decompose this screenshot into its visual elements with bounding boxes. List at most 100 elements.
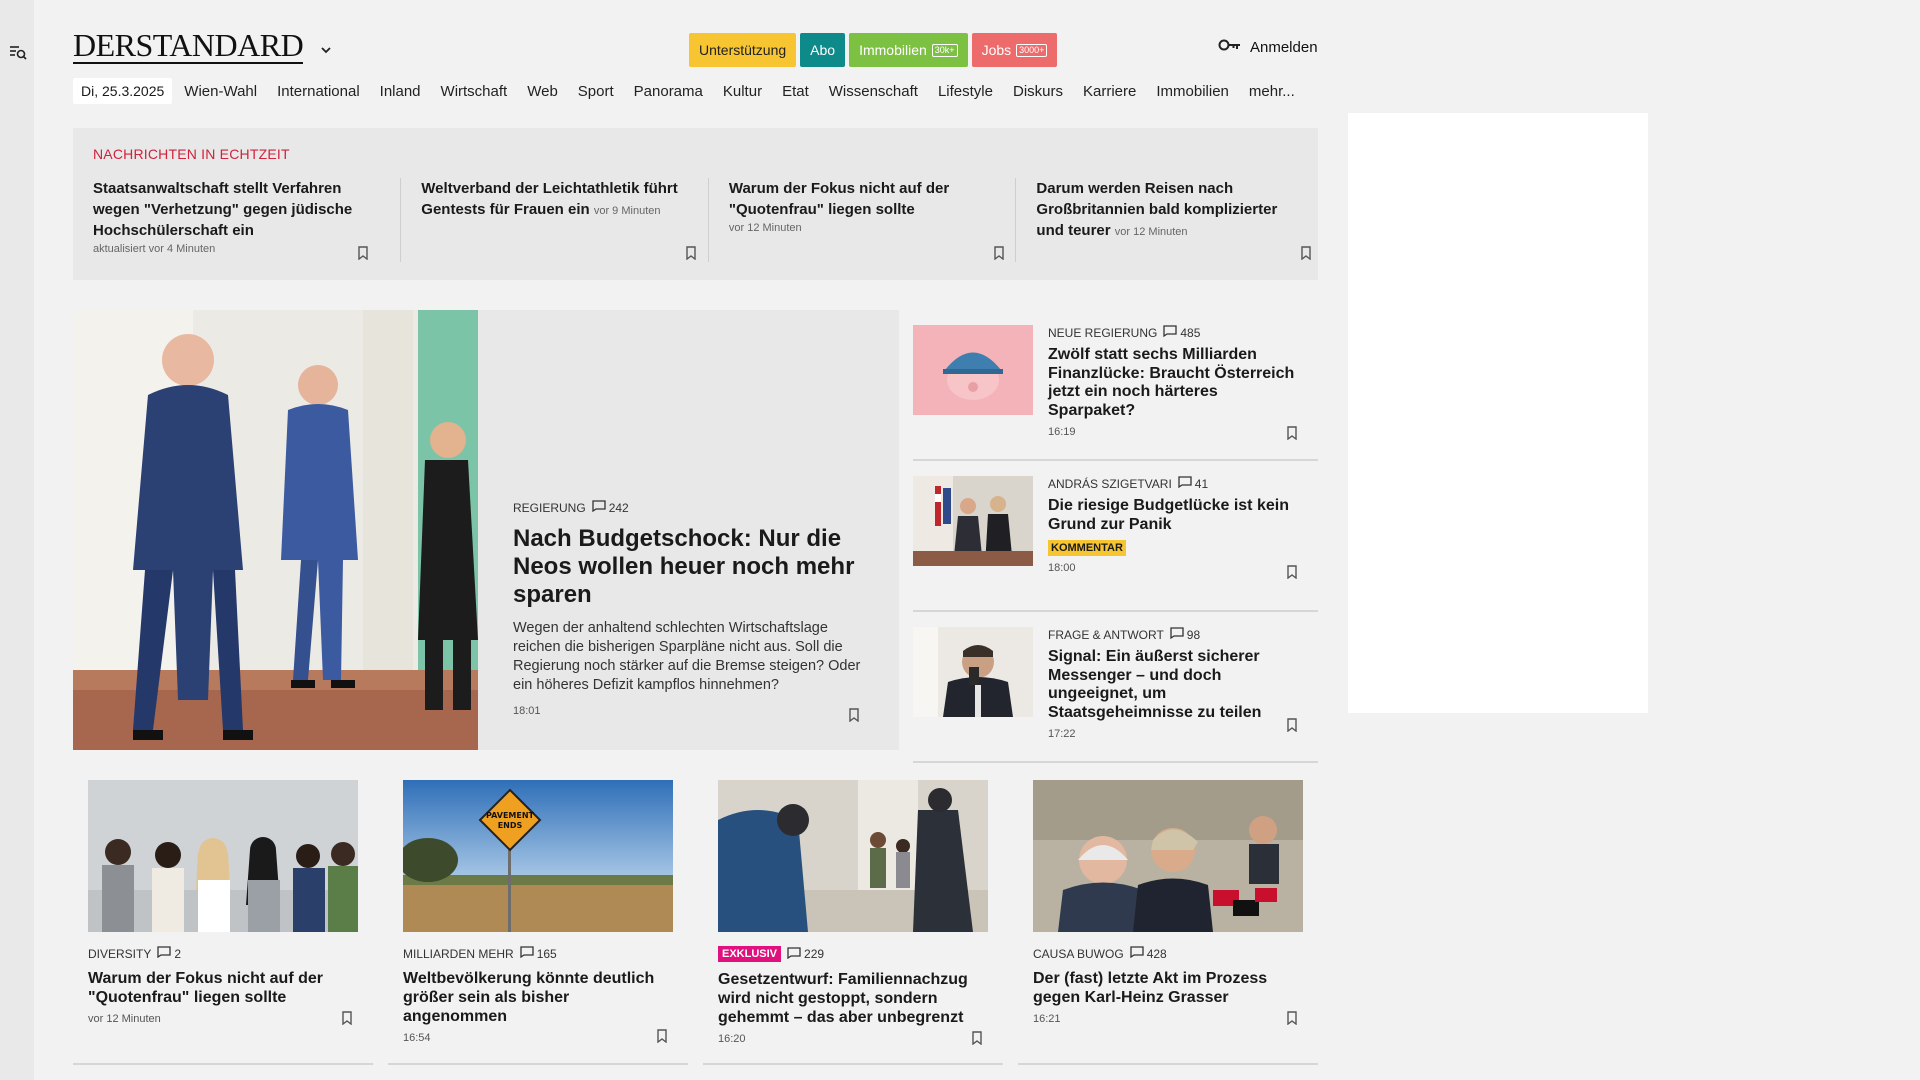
- road-sign-line1: PAVEMENT: [486, 811, 535, 820]
- comment-count[interactable]: 428: [1130, 946, 1167, 961]
- nav-item-mehr[interactable]: mehr...: [1249, 83, 1295, 100]
- bookmark-icon[interactable]: [1286, 718, 1298, 733]
- hero-article[interactable]: REGIERUNG 242 Nach Budgetschock: Nur die…: [73, 310, 899, 750]
- comment-count[interactable]: 41: [1178, 476, 1208, 491]
- hero-kicker-label: REGIERUNG: [513, 500, 586, 515]
- abo-button[interactable]: Abo: [800, 33, 846, 67]
- article-card-title[interactable]: Weltbevölkerung könnte deutlich größer s…: [403, 969, 673, 1026]
- article-card-time: vor 12 Minuten: [88, 1013, 161, 1025]
- side-article-title[interactable]: Die riesige Budgetlücke ist kein Grund z…: [1048, 497, 1303, 534]
- bookmark-icon[interactable]: [656, 1029, 668, 1044]
- comment-count[interactable]: 229: [787, 946, 824, 962]
- nav-item-inland[interactable]: Inland: [380, 83, 421, 100]
- chevron-down-icon[interactable]: [318, 42, 334, 58]
- article-card-image[interactable]: [1033, 780, 1303, 932]
- bookmark-icon[interactable]: [1286, 426, 1298, 441]
- side-article-image[interactable]: [913, 476, 1033, 566]
- nav-item-diskurs[interactable]: Diskurs: [1013, 83, 1063, 100]
- login-button[interactable]: Anmelden: [1218, 38, 1318, 56]
- article-card-image[interactable]: PAVEMENT ENDS: [403, 780, 673, 932]
- live-news-item[interactable]: Warum der Fokus nicht auf der "Quotenfra…: [707, 178, 1016, 262]
- side-article[interactable]: FRAGE & ANTWORT 98 Signal: Ein äußerst s…: [913, 612, 1318, 763]
- hero-image[interactable]: [73, 310, 478, 750]
- support-button[interactable]: Unterstützung: [689, 33, 797, 67]
- hero-title[interactable]: Nach Budgetschock: Nur die Neos wollen h…: [513, 525, 873, 609]
- nav-item-karriere[interactable]: Karriere: [1083, 83, 1136, 100]
- road-sign-line2: ENDS: [498, 821, 523, 830]
- live-news-item[interactable]: Staatsanwaltschaft stellt Verfahren wege…: [93, 178, 400, 262]
- nav-item-kultur[interactable]: Kultur: [723, 83, 762, 100]
- nav-item-wirtschaft[interactable]: Wirtschaft: [441, 83, 508, 100]
- comment-icon: [1130, 946, 1144, 961]
- live-news-item[interactable]: Darum werden Reisen nach Großbritannien …: [1015, 178, 1323, 262]
- comment-count[interactable]: 98: [1170, 627, 1200, 642]
- comment-count-value: 98: [1186, 627, 1201, 642]
- nav-item-wien-wahl[interactable]: Wien-Wahl: [184, 83, 257, 100]
- live-news-heading: NACHRICHTEN IN ECHTZEIT: [93, 146, 290, 162]
- live-news-title[interactable]: Warum der Fokus nicht auf der "Quotenfra…: [729, 178, 996, 220]
- nav-item-wissenschaft[interactable]: Wissenschaft: [829, 83, 918, 100]
- comment-count[interactable]: 485: [1163, 325, 1200, 340]
- side-article-list: NEUE REGIERUNG 485 Zwölf statt sechs Mil…: [913, 310, 1318, 763]
- nav-item-sport[interactable]: Sport: [578, 83, 614, 100]
- bookmark-icon[interactable]: [685, 246, 697, 261]
- article-card-image[interactable]: [718, 780, 988, 932]
- exklusiv-badge: EXKLUSIV: [718, 946, 782, 962]
- live-news-title-with-meta[interactable]: Weltverband der Leichtathletik führt Gen…: [421, 178, 688, 222]
- article-grid: DIVERSITY 2 Warum der Fokus nicht auf de…: [73, 765, 1318, 1065]
- article-card[interactable]: PAVEMENT ENDS MILLIARDEN MEHR 165 Weltbev…: [388, 765, 688, 1065]
- menu-search-icon[interactable]: [8, 42, 28, 62]
- side-article-time: 18:00: [1048, 562, 1076, 574]
- comment-count-value: 485: [1180, 325, 1201, 340]
- comment-icon: [520, 946, 534, 961]
- live-news-title[interactable]: Staatsanwaltschaft stellt Verfahren wege…: [93, 178, 380, 241]
- comment-icon: [1170, 627, 1184, 642]
- current-date: Di, 25.3.2025: [73, 78, 173, 104]
- article-card-title[interactable]: Gesetzentwurf: Familiennachzug wird nich…: [718, 970, 988, 1027]
- side-article-image[interactable]: [913, 627, 1033, 717]
- nav-item-panorama[interactable]: Panorama: [634, 83, 703, 100]
- bookmark-icon[interactable]: [1286, 565, 1298, 580]
- side-article[interactable]: ANDRÁS SZIGETVARI 41 Die riesige Budgetl…: [913, 461, 1318, 612]
- jobs-badge: 3000+: [1016, 43, 1048, 57]
- nav-item-immobilien[interactable]: Immobilien: [1156, 83, 1229, 100]
- nav-item-lifestyle[interactable]: Lifestyle: [938, 83, 993, 100]
- article-card-kicker-label: CAUSA BUWOG: [1033, 946, 1124, 961]
- side-article-kicker-label: ANDRÁS SZIGETVARI: [1048, 476, 1172, 491]
- ad-slot: [1348, 113, 1648, 713]
- article-card[interactable]: EXKLUSIV 229 Gesetzentwurf: Familiennach…: [703, 765, 1003, 1065]
- comment-count-value: 428: [1146, 946, 1167, 961]
- bookmark-icon[interactable]: [1286, 1011, 1298, 1026]
- hero-kicker: REGIERUNG 242: [513, 500, 873, 515]
- side-article-title[interactable]: Signal: Ein äußerst sicherer Messenger –…: [1048, 648, 1303, 722]
- side-article-title[interactable]: Zwölf statt sechs Milliarden Finanzlücke…: [1048, 346, 1303, 420]
- site-logo[interactable]: DERSTANDARD: [73, 28, 304, 64]
- nav-item-etat[interactable]: Etat: [782, 83, 809, 100]
- article-card-title[interactable]: Warum der Fokus nicht auf der "Quotenfra…: [88, 969, 358, 1007]
- comment-count[interactable]: 242: [592, 500, 629, 515]
- side-article-image[interactable]: [913, 325, 1033, 415]
- comment-count[interactable]: 2: [157, 946, 181, 961]
- bookmark-icon[interactable]: [993, 246, 1005, 261]
- immobilien-button[interactable]: Immobilien 30k+: [849, 33, 968, 67]
- article-card[interactable]: CAUSA BUWOG 428 Der (fast) letzte Akt im…: [1018, 765, 1318, 1065]
- bookmark-icon[interactable]: [341, 1011, 353, 1026]
- comment-icon: [1178, 476, 1192, 491]
- bookmark-icon[interactable]: [1300, 246, 1312, 261]
- nav-item-international[interactable]: International: [277, 83, 360, 100]
- article-card-title[interactable]: Der (fast) letzte Akt im Prozess gegen K…: [1033, 969, 1303, 1007]
- live-news-box: NACHRICHTEN IN ECHTZEIT Staatsanwaltscha…: [73, 128, 1318, 280]
- live-news-item[interactable]: Weltverband der Leichtathletik führt Gen…: [400, 178, 708, 262]
- article-card-image[interactable]: [88, 780, 358, 932]
- jobs-button[interactable]: Jobs 3000+: [971, 33, 1058, 67]
- bookmark-icon[interactable]: [971, 1031, 983, 1046]
- live-news-title-with-meta[interactable]: Darum werden Reisen nach Großbritannien …: [1036, 178, 1303, 243]
- article-card[interactable]: DIVERSITY 2 Warum der Fokus nicht auf de…: [73, 765, 373, 1065]
- bookmark-icon[interactable]: [357, 246, 369, 261]
- comment-count[interactable]: 165: [520, 946, 557, 961]
- nav-item-web[interactable]: Web: [527, 83, 558, 100]
- comment-count-value: 242: [608, 500, 629, 515]
- side-article[interactable]: NEUE REGIERUNG 485 Zwölf statt sechs Mil…: [913, 310, 1318, 461]
- article-card-time: 16:20: [718, 1033, 746, 1045]
- bookmark-icon[interactable]: [848, 708, 860, 723]
